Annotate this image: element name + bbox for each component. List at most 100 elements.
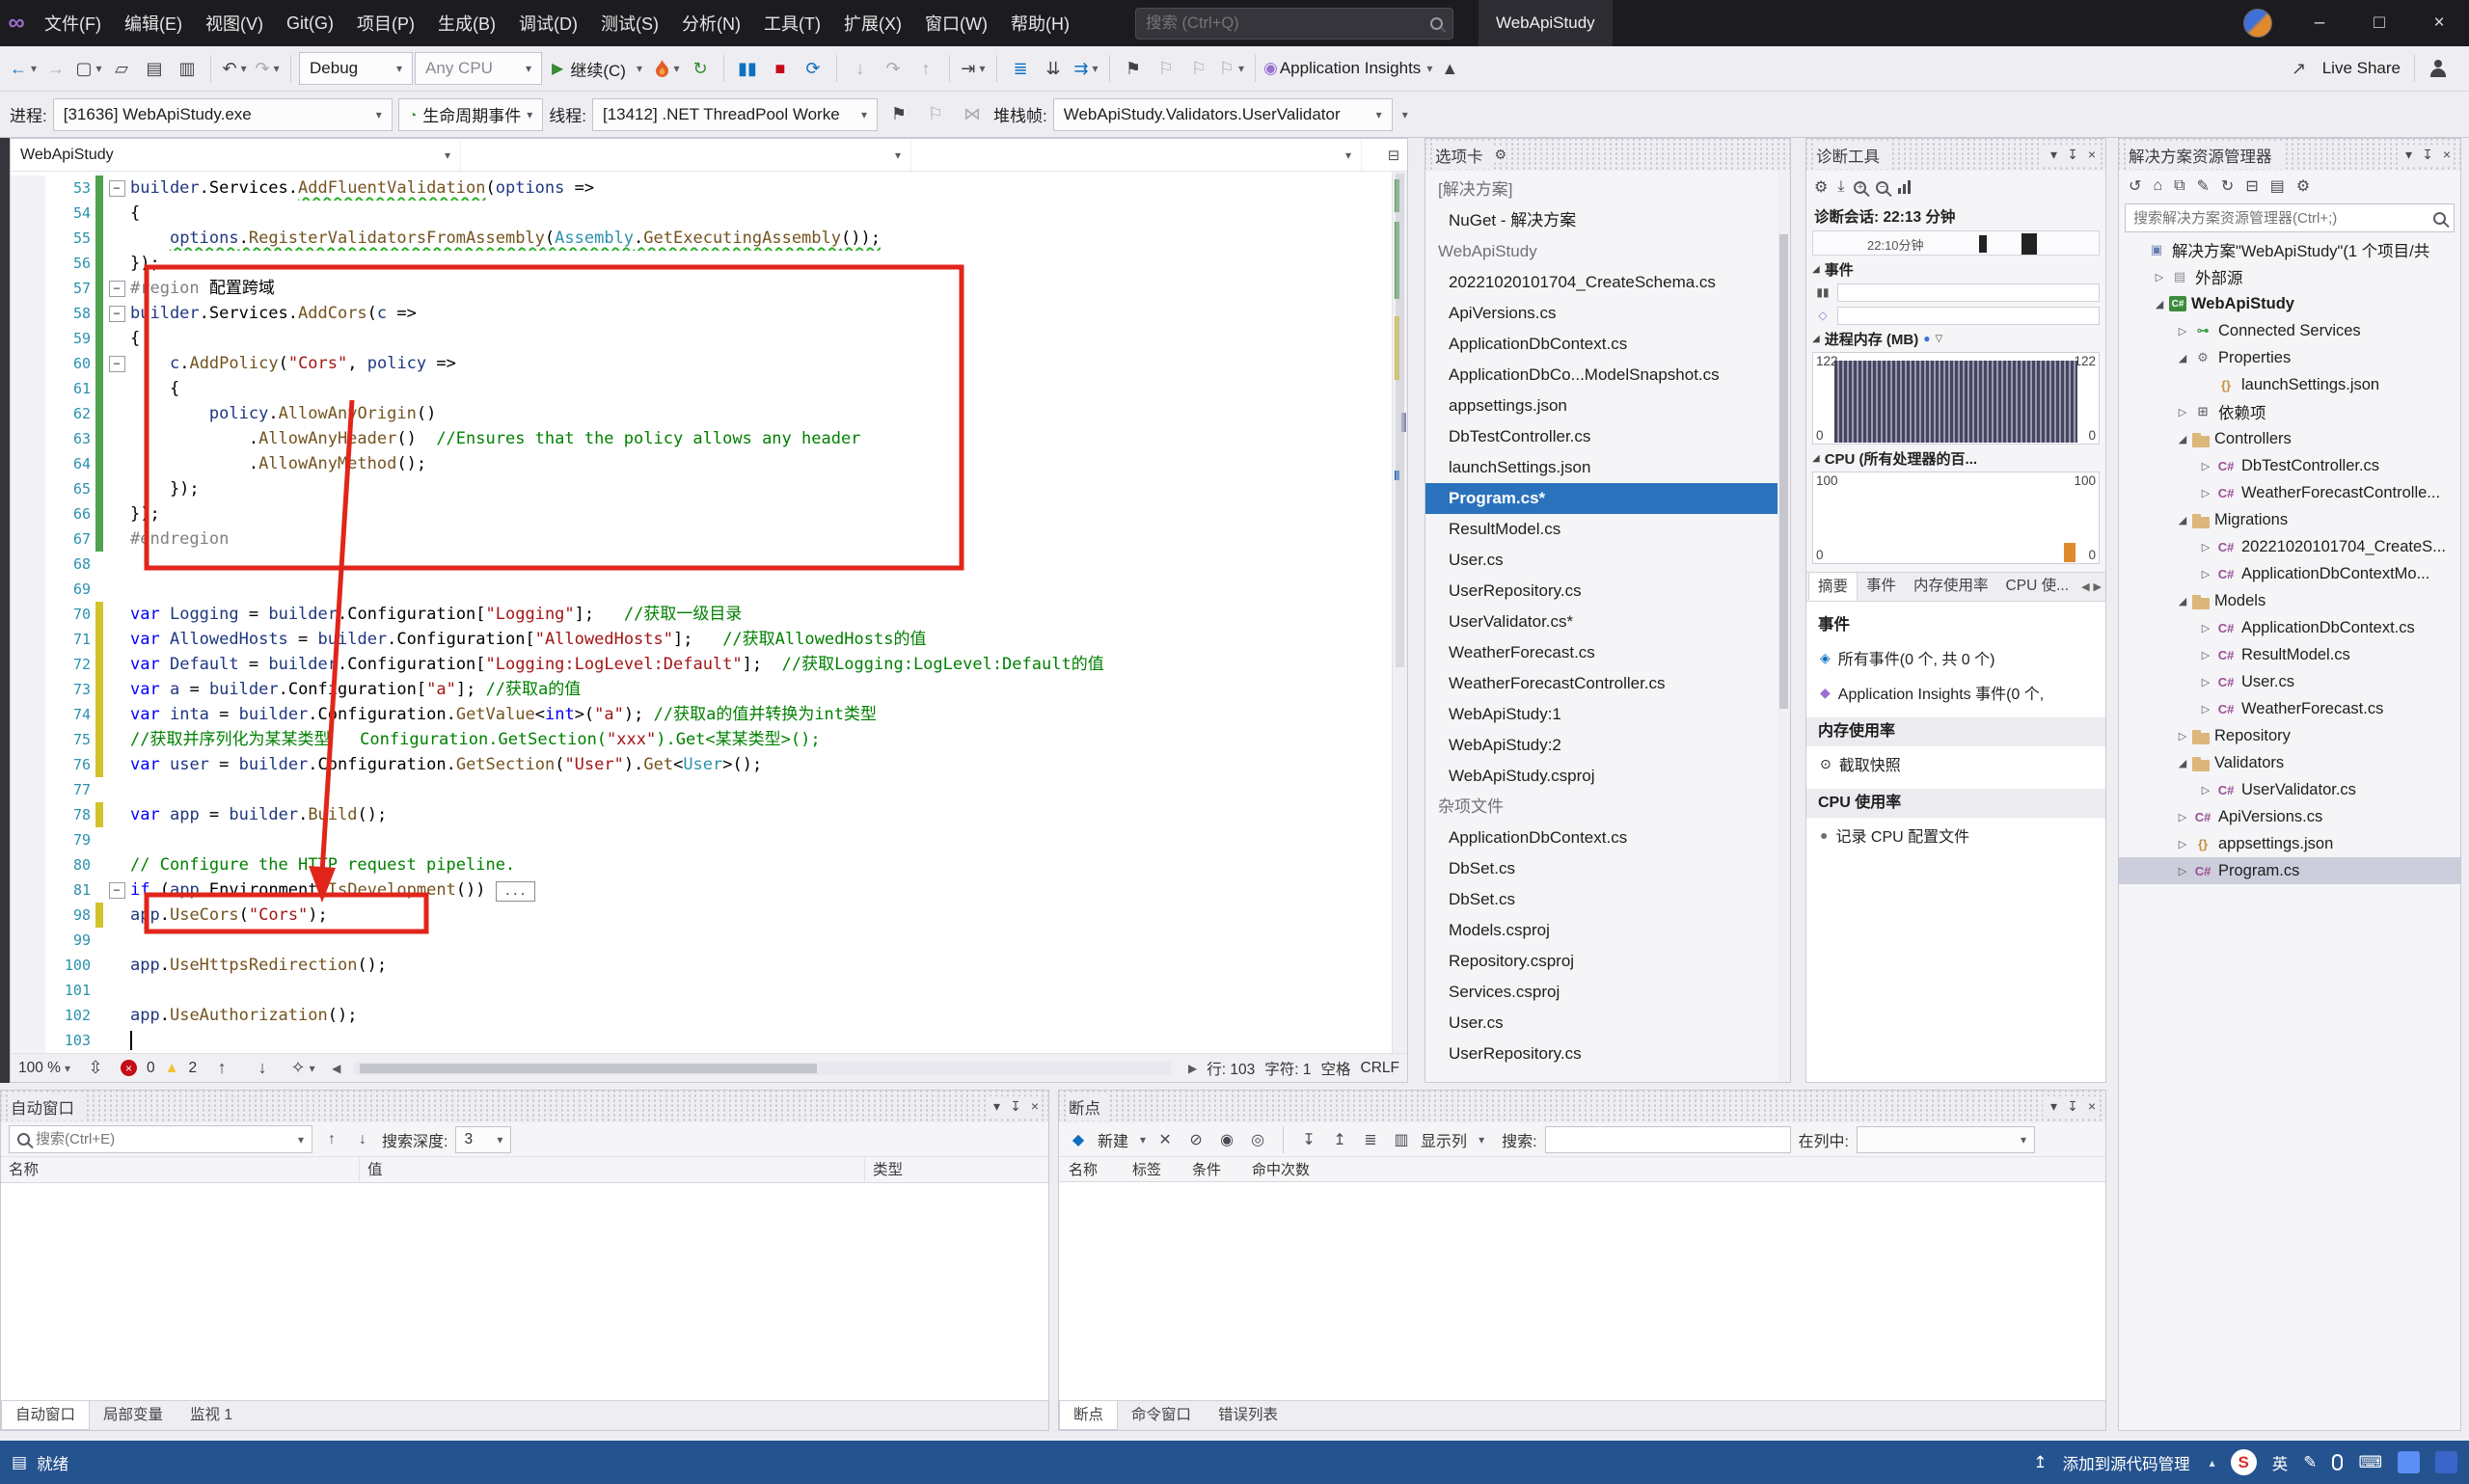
search-depth-dropdown[interactable]: 3 ▾ <box>455 1125 512 1153</box>
open-document-item[interactable]: ApplicationDbCo...ModelSnapshot.cs <box>1425 360 1790 391</box>
source-control-caret-icon[interactable]: ▴ <box>2210 1456 2215 1470</box>
open-document-item[interactable]: ResultModel.cs <box>1425 514 1790 545</box>
diagnostics-tab-0[interactable]: 摘要 <box>1808 572 1859 601</box>
warning-count[interactable]: 2 <box>188 1060 197 1077</box>
take-snapshot-link[interactable]: ⊙ 截取快照 <box>1806 746 2105 781</box>
open-document-item[interactable]: Services.csproj <box>1425 977 1790 1008</box>
expanded-arrow-icon[interactable]: ◢ <box>2173 433 2192 445</box>
navigate-back-icon[interactable]: ← ▾ <box>8 52 39 85</box>
code-line-98[interactable]: 98 app.UseCors("Cors"); <box>11 903 1392 928</box>
tree-item[interactable]: {} launchSettings.json <box>2119 371 2460 398</box>
feedback-icon[interactable] <box>2428 59 2448 78</box>
menu-item-2[interactable]: 视图(V) <box>194 0 275 46</box>
collapse-all-icon[interactable]: ⊟ <box>2245 176 2258 196</box>
tree-item[interactable]: ▷ Repository <box>2119 722 2460 749</box>
scrollbar-thumb[interactable] <box>360 1063 818 1073</box>
code-line-59[interactable]: 59 { <box>11 326 1392 351</box>
options-caret-icon[interactable]: ▾ <box>2405 147 2412 163</box>
collapsed-arrow-icon[interactable]: ▷ <box>2173 865 2192 877</box>
stack-frame-dropdown[interactable]: WebApiStudy.Validators.UserValidator ▾ <box>1052 97 1393 131</box>
open-document-item[interactable]: User.cs <box>1425 1008 1790 1039</box>
tree-item[interactable]: ▣ 解决方案"WebApiStudy"(1 个项目/共 <box>2119 236 2460 263</box>
breakpoint-margin[interactable] <box>11 852 45 877</box>
find-in-files-icon[interactable]: ≣ <box>1005 52 1036 85</box>
code-cleanup-icon[interactable]: ✧ ▾ <box>287 1058 318 1079</box>
column-header-2[interactable]: 类型 <box>865 1157 1048 1182</box>
fold-toggle-icon[interactable]: − <box>108 179 125 197</box>
open-document-item[interactable]: DbSet.cs <box>1425 853 1790 884</box>
scroll-left-icon[interactable]: ◀ <box>332 1062 340 1075</box>
close-icon[interactable]: × <box>2443 147 2451 163</box>
collapsed-arrow-icon[interactable]: ▷ <box>2196 703 2215 715</box>
breakpoint-events-icon[interactable]: ◇ <box>1812 309 1833 322</box>
next-bookmark-icon[interactable]: ⚐ <box>1183 52 1214 85</box>
scroll-right-icon[interactable]: ▶ <box>1188 1062 1197 1075</box>
code-line-64[interactable]: 64 .AllowAnyMethod(); <box>11 451 1392 476</box>
show-next-statement-icon[interactable]: ⇥ ▾ <box>958 52 989 85</box>
previous-issue-icon[interactable]: ↑ <box>206 1058 237 1079</box>
editor-horizontal-scrollbar[interactable] <box>354 1061 1172 1075</box>
collapsed-arrow-icon[interactable]: ▷ <box>2196 784 2215 796</box>
tree-item[interactable]: ▷ ▤ 外部源 <box>2119 263 2460 290</box>
tree-item[interactable]: ◢ Controllers <box>2119 425 2460 452</box>
open-document-item[interactable]: Program.cs* <box>1425 483 1790 514</box>
breakpoints-search-input[interactable] <box>1544 1125 1791 1153</box>
autos-tab-2[interactable]: 监视 1 <box>176 1401 246 1430</box>
sync-with-active-document-icon[interactable]: ↻ <box>2221 176 2234 196</box>
options-caret-icon[interactable]: ▾ <box>2050 1098 2057 1115</box>
navbar-project-dropdown[interactable]: WebApiStudy ▾ <box>11 139 461 171</box>
breakpoint-margin[interactable] <box>11 903 45 928</box>
breakpoint-margin[interactable] <box>11 326 45 351</box>
next-issue-icon[interactable]: ↓ <box>247 1058 278 1079</box>
panel-header[interactable]: 选项卡 ⚙ <box>1425 139 1790 171</box>
application-insights-dropdown[interactable]: Application Insights <box>1280 59 1421 78</box>
open-document-item[interactable]: ApiVersions.cs <box>1425 298 1790 329</box>
menu-item-1[interactable]: 编辑(E) <box>113 0 194 46</box>
column-header-2[interactable]: 条件 <box>1182 1159 1242 1179</box>
column-header-3[interactable]: 命中次数 <box>1242 1159 1358 1179</box>
stop-debugging-icon[interactable]: ■ <box>765 52 796 85</box>
tree-item[interactable]: ▷ C# WeatherForecast.cs <box>2119 695 2460 722</box>
cpu-section-header[interactable]: ◢ CPU (所有处理器的百... <box>1806 446 2105 470</box>
thread-dropdown[interactable]: [13412] .NET ThreadPool Worke ▾ <box>591 97 878 131</box>
code-line-71[interactable]: 71 var AllowedHosts = builder.Configurati… <box>11 627 1392 652</box>
diagnostics-tab-2[interactable]: 内存使用率 <box>1905 572 1997 601</box>
code-line-77[interactable]: 77 <box>11 777 1392 802</box>
breakpoint-margin[interactable] <box>11 877 45 903</box>
code-line-75[interactable]: 75 //获取并序列化为某某类型 Configuration.GetSection… <box>11 727 1392 752</box>
app-insights-events-link[interactable]: ◆ Application Insights 事件(0 个, <box>1806 675 2105 710</box>
breakpoint-margin[interactable] <box>11 1028 45 1053</box>
timeline-ruler[interactable]: 22:10分钟 <box>1812 230 2100 256</box>
open-document-item[interactable]: Repository.csproj <box>1425 946 1790 977</box>
menu-item-3[interactable]: Git(G) <box>275 0 345 46</box>
tab-scroll-left-icon[interactable]: ◀ <box>2081 580 2089 593</box>
breakpoint-margin[interactable] <box>11 602 45 627</box>
open-document-item[interactable]: WebApiStudy:1 <box>1425 699 1790 730</box>
code-line-103[interactable]: 103 <box>11 1028 1392 1053</box>
step-over-icon[interactable]: ↷ <box>878 52 909 85</box>
column-header-1[interactable]: 标签 <box>1123 1159 1182 1179</box>
error-count[interactable]: 0 <box>147 1060 155 1077</box>
code-line-56[interactable]: 56}); <box>11 251 1392 276</box>
options-caret-icon[interactable]: ▾ <box>993 1098 1000 1115</box>
code-line-60[interactable]: 60− c.AddPolicy("Cors", policy => <box>11 351 1392 376</box>
search-options-caret-icon[interactable]: ▾ <box>298 1133 304 1147</box>
breakpoints-tab-2[interactable]: 错误列表 <box>1205 1401 1291 1430</box>
code-area[interactable]: 53− builder.Services.AddFluentValidation(… <box>11 172 1392 1053</box>
code-line-79[interactable]: 79 <box>11 827 1392 852</box>
collapsed-arrow-icon[interactable]: ▷ <box>2196 541 2215 553</box>
navigate-to-icon[interactable]: ⇉ ▾ <box>1071 52 1101 85</box>
refresh-app-icon[interactable]: ⟳ <box>798 52 828 85</box>
previous-bookmark-icon[interactable]: ⚐ <box>1151 52 1181 85</box>
tree-item[interactable]: ▷ C# Program.cs <box>2119 857 2460 884</box>
code-line-66[interactable]: 66}); <box>11 501 1392 526</box>
collapsed-arrow-icon[interactable]: ▷ <box>2150 271 2169 283</box>
breakpoint-margin[interactable] <box>11 577 45 602</box>
autos-search-input[interactable] <box>36 1131 288 1147</box>
step-into-icon[interactable]: ↓ <box>845 52 876 85</box>
collapsed-arrow-icon[interactable]: ▷ <box>2173 811 2192 823</box>
tree-item[interactable]: ◢ ⚙ Properties <box>2119 344 2460 371</box>
code-line-74[interactable]: 74 var inta = builder.Configuration.GetVa… <box>11 702 1392 727</box>
fold-toggle-icon[interactable]: − <box>108 355 125 372</box>
tree-item[interactable]: ▷ C# User.cs <box>2119 668 2460 695</box>
